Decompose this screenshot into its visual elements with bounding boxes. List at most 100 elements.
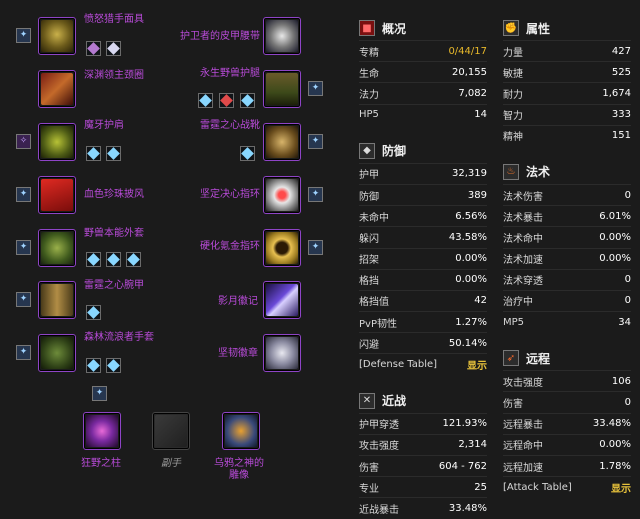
stat-row: 躲闪 43.58% xyxy=(359,226,487,247)
section-header-attributes[interactable]: ✊ 属性 xyxy=(503,16,631,40)
section-title: 概况 xyxy=(382,21,407,36)
gem-socket[interactable] xyxy=(240,93,255,108)
crystal-icon xyxy=(266,284,298,316)
stat-row: 闪避 50.14% xyxy=(359,332,487,353)
section-header-overview[interactable]: ■ 概况 xyxy=(359,16,487,40)
stat-row: MP5 34 xyxy=(503,311,631,332)
gem-socket[interactable] xyxy=(86,146,101,161)
item-name-neck[interactable]: 深渊领主颈圈 xyxy=(84,70,144,82)
item-name-chest[interactable]: 野兽本能外套 xyxy=(84,228,144,240)
enchant-icon[interactable]: ✧ xyxy=(16,134,31,149)
item-slot-trinket1[interactable] xyxy=(263,281,301,319)
gem-socket[interactable] xyxy=(86,41,101,56)
gem-socket[interactable] xyxy=(126,252,141,267)
item-slot-waist[interactable] xyxy=(263,17,301,55)
show-defense-table-link[interactable]: 显示 xyxy=(467,357,487,372)
enchant-icon[interactable]: ✦ xyxy=(16,28,31,43)
stat-label: 伤害 xyxy=(359,462,379,474)
item-name-legs[interactable]: 永生野兽护腿 xyxy=(200,68,260,80)
gem-socket[interactable] xyxy=(106,146,121,161)
item-name-trinket2[interactable]: 坚韧徽章 xyxy=(218,348,258,360)
section-header-spell[interactable]: ♨ 法术 xyxy=(503,160,631,184)
enchant-icon[interactable]: ✦ xyxy=(16,240,31,255)
stat-row: 敏捷 525 xyxy=(503,61,631,82)
stat-value: 34 xyxy=(618,316,631,328)
item-name-ranged[interactable]: 乌鸦之神的雕像 xyxy=(212,458,266,482)
item-name-ring1[interactable]: 坚定决心指环 xyxy=(200,189,260,201)
item-slot-shoulder[interactable] xyxy=(38,123,76,161)
enchant-icon[interactable]: ✦ xyxy=(16,345,31,360)
item-name-mainhand[interactable]: 狂野之柱 xyxy=(81,458,121,470)
item-slot-legs[interactable] xyxy=(263,70,301,108)
item-name-waist[interactable]: 护卫者的皮甲腰带 xyxy=(180,31,260,43)
gem-socket[interactable] xyxy=(86,358,101,373)
show-attack-table-link[interactable]: 显示 xyxy=(611,480,631,495)
item-slot-wrist[interactable] xyxy=(38,281,76,319)
item-name-offhand[interactable]: 副手 xyxy=(161,458,181,470)
item-slot-ring2[interactable] xyxy=(263,229,301,267)
gem-socket[interactable] xyxy=(240,146,255,161)
stat-value: 525 xyxy=(611,66,631,78)
stat-value: 42 xyxy=(474,295,487,307)
enchant-icon[interactable]: ✦ xyxy=(308,134,323,149)
item-slot-hands[interactable] xyxy=(38,334,76,372)
fire-icon: ♨ xyxy=(503,163,519,180)
item-slot-ranged[interactable] xyxy=(222,412,260,450)
stat-label: 法术加速 xyxy=(503,255,543,267)
section-header-defense[interactable]: ◆ 防御 xyxy=(359,139,487,163)
gem-socket[interactable] xyxy=(198,93,213,108)
enchant-icon[interactable]: ✦ xyxy=(16,292,31,307)
cloak-icon xyxy=(41,179,73,211)
stat-value: 333 xyxy=(611,109,631,121)
stat-row: 法术暴击 6.01% xyxy=(503,205,631,226)
stat-row: 远程加速 1.78% xyxy=(503,455,631,476)
item-name-head[interactable]: 愤怒猎手面具 xyxy=(84,14,144,26)
enchant-icon[interactable]: ✦ xyxy=(308,187,323,202)
stat-value: 6.56% xyxy=(455,210,487,222)
item-name-trinket1[interactable]: 影月徽记 xyxy=(218,296,258,308)
stat-value: 43.58% xyxy=(448,231,487,243)
stat-value: 7,082 xyxy=(458,87,487,99)
gem-socket[interactable] xyxy=(106,358,121,373)
gem-socket[interactable] xyxy=(219,93,234,108)
item-slot-trinket2[interactable] xyxy=(263,334,301,372)
item-name-ring2[interactable]: 硬化氪金指环 xyxy=(200,241,260,253)
stat-label: 治疗中 xyxy=(503,297,533,309)
heart-icon: ■ xyxy=(359,20,375,36)
stat-label: 攻击强度 xyxy=(503,377,543,389)
gem-socket[interactable] xyxy=(106,252,121,267)
stat-row: 力量 427 xyxy=(503,40,631,61)
stat-row: 法术伤害 0 xyxy=(503,183,631,205)
stat-value: 0.00% xyxy=(599,253,631,265)
gem-socket[interactable] xyxy=(106,41,121,56)
item-slot-mainhand[interactable] xyxy=(83,412,121,450)
item-name-shoulder[interactable]: 魔牙护肩 xyxy=(84,120,124,132)
section-header-ranged[interactable]: ➶ 远程 xyxy=(503,346,631,370)
stat-label: 远程命中 xyxy=(503,441,543,453)
item-slot-neck[interactable] xyxy=(38,70,76,108)
item-slot-offhand[interactable] xyxy=(152,412,190,450)
stat-label: 近战暴击 xyxy=(359,504,399,516)
gem-socket[interactable] xyxy=(86,252,101,267)
enchant-icon[interactable]: ✦ xyxy=(16,187,31,202)
belt-icon xyxy=(266,20,298,52)
item-slot-chest[interactable] xyxy=(38,229,76,267)
item-name-back[interactable]: 血色珍珠披风 xyxy=(84,189,144,201)
enchant-icon[interactable]: ✦ xyxy=(92,386,107,401)
item-slot-feet[interactable] xyxy=(263,123,301,161)
enchant-icon[interactable]: ✦ xyxy=(308,240,323,255)
stat-label: 法术伤害 xyxy=(503,191,543,203)
stat-row: 防御 389 xyxy=(359,183,487,205)
item-name-hands[interactable]: 森林流浪者手套 xyxy=(84,332,154,344)
section-header-melee[interactable]: ✕ 近战 xyxy=(359,389,487,413)
item-slot-head[interactable] xyxy=(38,17,76,55)
item-slot-ring1[interactable] xyxy=(263,176,301,214)
item-name-feet[interactable]: 雷霆之心战靴 xyxy=(200,120,260,132)
item-slot-back[interactable] xyxy=(38,176,76,214)
stat-label: 防御 xyxy=(359,191,379,203)
enchant-icon[interactable]: ✦ xyxy=(308,81,323,96)
stat-value: 0.00% xyxy=(455,253,487,265)
item-name-wrist[interactable]: 雷霆之心腕甲 xyxy=(84,280,144,292)
stat-value: 0 xyxy=(624,189,631,201)
gem-socket[interactable] xyxy=(86,305,101,320)
